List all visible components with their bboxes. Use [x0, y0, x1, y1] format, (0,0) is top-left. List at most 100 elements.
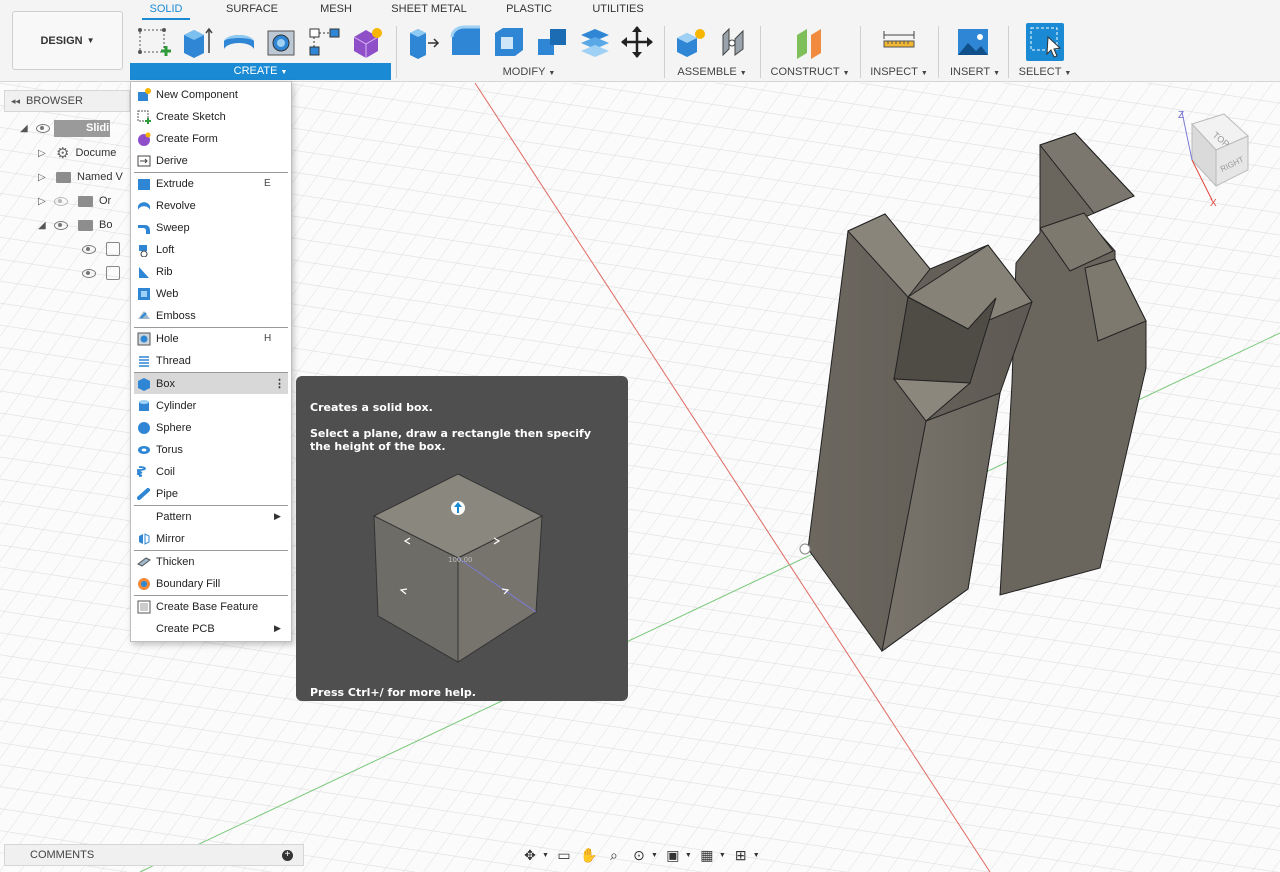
tab-plastic[interactable]: PLASTIC: [500, 3, 558, 20]
insert-image-icon[interactable]: [956, 25, 990, 59]
assemble-menu-button[interactable]: ASSEMBLE ▼: [672, 64, 752, 80]
chevron-down-icon[interactable]: ▼: [685, 852, 692, 859]
expand-triangle-icon[interactable]: ◢: [38, 220, 50, 231]
menu-item-rib[interactable]: Rib: [134, 261, 288, 282]
offset-plane-icon[interactable]: [793, 25, 827, 59]
menu-item-revolve[interactable]: Revolve: [134, 195, 288, 216]
offset-face-icon[interactable]: [578, 25, 612, 59]
modify-menu-button[interactable]: MODIFY ▼: [490, 64, 568, 80]
tab-solid[interactable]: SOLID: [142, 3, 190, 20]
menu-item-create-base-feature[interactable]: Create Base Feature: [134, 596, 288, 617]
browser-panel-header[interactable]: ◂◂ BROWSER: [4, 90, 130, 112]
tree-row-bodies[interactable]: ◢ Bo: [38, 215, 112, 235]
menu-item-hole[interactable]: Hole H: [134, 328, 288, 349]
menu-item-box[interactable]: Box ⋮: [134, 373, 288, 394]
look-at-icon[interactable]: ▭: [554, 846, 574, 864]
hidden-eye-icon[interactable]: [54, 196, 68, 206]
chevron-down-icon[interactable]: ▼: [542, 852, 549, 859]
menu-item-thicken[interactable]: Thicken: [134, 551, 288, 572]
hole-icon[interactable]: [265, 25, 299, 59]
measure-icon[interactable]: [882, 25, 916, 59]
construct-menu-button[interactable]: CONSTRUCT ▼: [768, 64, 852, 80]
chevron-down-icon[interactable]: ▼: [651, 852, 658, 859]
menu-item-thread[interactable]: Thread: [134, 350, 288, 371]
tree-row-root[interactable]: ◢ Slidin: [20, 118, 116, 138]
create-menu-button[interactable]: CREATE ▼: [130, 63, 391, 80]
zoom-window-icon[interactable]: ⊙: [629, 846, 649, 864]
shell-icon[interactable]: [492, 25, 526, 59]
menu-item-extrude[interactable]: Extrude E: [134, 173, 288, 194]
menu-item-mirror[interactable]: Mirror: [134, 528, 288, 549]
viewports-icon[interactable]: ⊞: [731, 846, 751, 864]
menu-item-derive[interactable]: Derive: [134, 150, 288, 171]
visibility-eye-icon[interactable]: [36, 123, 50, 133]
visibility-eye-icon[interactable]: [54, 220, 68, 230]
collapse-icon[interactable]: ◂◂: [11, 96, 20, 107]
expand-triangle-icon[interactable]: ◢: [20, 123, 32, 134]
tree-row-named-views[interactable]: ▷ Named V: [38, 167, 123, 187]
expand-triangle-icon[interactable]: ▷: [38, 172, 50, 183]
menu-item-torus[interactable]: Torus: [134, 439, 288, 460]
pattern-icon[interactable]: [308, 25, 342, 59]
submenu-arrow-icon: ▶: [274, 511, 281, 521]
move-icon[interactable]: [620, 25, 654, 59]
tab-utilities[interactable]: UTILITIES: [590, 3, 646, 20]
add-comment-icon[interactable]: +: [282, 849, 293, 861]
fillet-icon[interactable]: [449, 25, 483, 59]
grid-settings-icon[interactable]: ▦: [697, 846, 717, 864]
new-component-icon[interactable]: [674, 25, 708, 59]
joint-icon[interactable]: [717, 25, 751, 59]
menu-item-sphere[interactable]: Sphere: [134, 417, 288, 438]
press-pull-icon[interactable]: [406, 25, 440, 59]
menu-item-label: Hole: [156, 332, 179, 345]
menu-item-sweep[interactable]: Sweep: [134, 217, 288, 238]
chevron-down-icon[interactable]: ▼: [719, 852, 726, 859]
menu-item-label: Thread: [156, 354, 191, 367]
display-settings-icon[interactable]: ▣: [663, 846, 683, 864]
combine-icon[interactable]: [535, 25, 569, 59]
more-options-icon[interactable]: ⋮: [274, 377, 288, 390]
menu-item-coil[interactable]: Coil: [134, 461, 288, 482]
orbit-icon[interactable]: ✥: [520, 846, 540, 864]
visibility-eye-icon[interactable]: [82, 244, 96, 254]
extrude-icon[interactable]: [180, 25, 214, 59]
chevron-down-icon[interactable]: ▼: [753, 852, 760, 859]
menu-item-pattern[interactable]: Pattern ▶: [134, 506, 288, 527]
create-form-icon[interactable]: [350, 25, 384, 59]
menu-item-emboss[interactable]: Emboss: [134, 305, 288, 326]
zoom-icon[interactable]: ⌕: [604, 846, 624, 864]
revolve-icon[interactable]: [222, 25, 256, 59]
inspect-menu-button[interactable]: INSPECT ▼: [866, 64, 932, 80]
tree-row-body-2[interactable]: [78, 263, 120, 283]
menu-item-create-pcb[interactable]: Create PCB ▶: [134, 618, 288, 639]
visibility-eye-icon[interactable]: [82, 268, 96, 278]
select-menu-button[interactable]: SELECT ▼: [1015, 64, 1075, 80]
box-preview-illustration: 100.00: [372, 473, 544, 663]
loft-icon: [136, 242, 152, 258]
view-cube[interactable]: TOP RIGHT Z X: [1172, 106, 1258, 217]
tree-row-document-settings[interactable]: ▷ ⚙ Docume: [38, 143, 116, 163]
menu-item-web[interactable]: Web: [134, 283, 288, 304]
tab-surface[interactable]: SURFACE: [222, 3, 282, 20]
tree-row-body-1[interactable]: [78, 239, 120, 259]
shortcut-label: E: [264, 178, 271, 189]
menu-item-cylinder[interactable]: Cylinder: [134, 395, 288, 416]
thicken-icon: [136, 554, 152, 570]
comments-panel[interactable]: COMMENTS +: [4, 844, 304, 866]
menu-item-loft[interactable]: Loft: [134, 239, 288, 260]
pan-hand-icon[interactable]: ✋: [579, 846, 599, 864]
expand-triangle-icon[interactable]: ▷: [38, 196, 50, 207]
create-sketch-icon[interactable]: [137, 25, 171, 59]
expand-triangle-icon[interactable]: ▷: [38, 148, 50, 159]
tab-mesh[interactable]: MESH: [314, 3, 358, 20]
select-tool-button[interactable]: [1026, 23, 1064, 61]
workspace-switcher[interactable]: DESIGN ▼: [12, 11, 123, 70]
tree-row-origin[interactable]: ▷ Or: [38, 191, 111, 211]
menu-item-new-component[interactable]: New Component: [134, 84, 288, 105]
menu-item-create-form[interactable]: Create Form: [134, 128, 288, 149]
tab-sheet-metal[interactable]: SHEET METAL: [389, 3, 469, 20]
menu-item-pipe[interactable]: Pipe: [134, 483, 288, 504]
insert-menu-button[interactable]: INSERT ▼: [946, 64, 1004, 80]
menu-item-boundary-fill[interactable]: Boundary Fill: [134, 573, 288, 594]
menu-item-create-sketch[interactable]: Create Sketch: [134, 106, 288, 127]
